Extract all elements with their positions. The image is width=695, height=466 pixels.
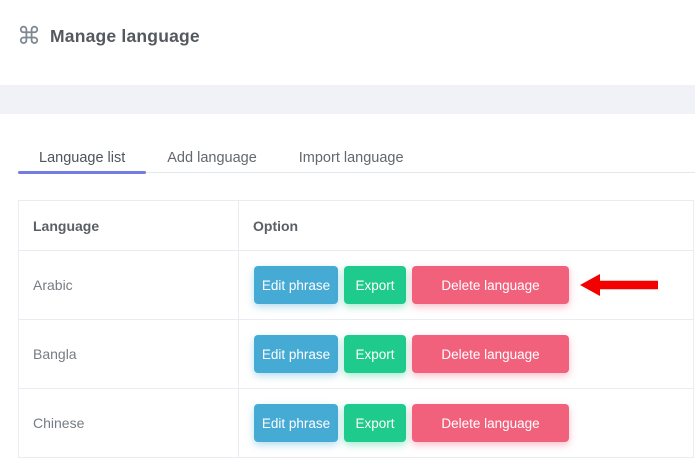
title-bar: ⌘ Manage language <box>0 0 695 73</box>
page-title: Manage language <box>50 26 200 47</box>
command-icon: ⌘ <box>17 25 41 49</box>
tab-language-list[interactable]: Language list <box>18 142 146 172</box>
export-button[interactable]: Export <box>344 266 406 304</box>
delete-language-button[interactable]: Delete language <box>412 266 569 304</box>
language-name: Bangla <box>19 320 239 389</box>
export-button[interactable]: Export <box>344 404 406 442</box>
edit-phrase-button[interactable]: Edit phrase <box>254 335 338 373</box>
column-header-language: Language <box>19 201 239 251</box>
red-arrow-icon <box>580 272 660 298</box>
language-table: Language Option Arabic Edit phrase Expor… <box>18 200 694 458</box>
table-header-row: Language Option <box>19 201 694 251</box>
delete-language-button[interactable]: Delete language <box>412 335 569 373</box>
tab-bar: Language list Add language Import langua… <box>18 142 695 173</box>
tab-add-language[interactable]: Add language <box>146 142 278 172</box>
page-background-strip <box>0 85 695 114</box>
table-row-chinese: Chinese Edit phrase Export Delete langua… <box>19 389 694 458</box>
language-name: Arabic <box>19 251 239 320</box>
content-area: Language list Add language Import langua… <box>0 114 695 458</box>
manage-language-page: ⌘ Manage language Language list Add lang… <box>0 0 695 466</box>
edit-phrase-button[interactable]: Edit phrase <box>254 404 338 442</box>
language-name: Chinese <box>19 389 239 458</box>
column-header-option: Option <box>239 201 694 251</box>
table-row-bangla: Bangla Edit phrase Export Delete languag… <box>19 320 694 389</box>
table-row-arabic: Arabic Edit phrase Export Delete languag… <box>19 251 694 320</box>
delete-language-button[interactable]: Delete language <box>412 404 569 442</box>
export-button[interactable]: Export <box>344 335 406 373</box>
edit-phrase-button[interactable]: Edit phrase <box>254 266 338 304</box>
tab-import-language[interactable]: Import language <box>278 142 425 172</box>
